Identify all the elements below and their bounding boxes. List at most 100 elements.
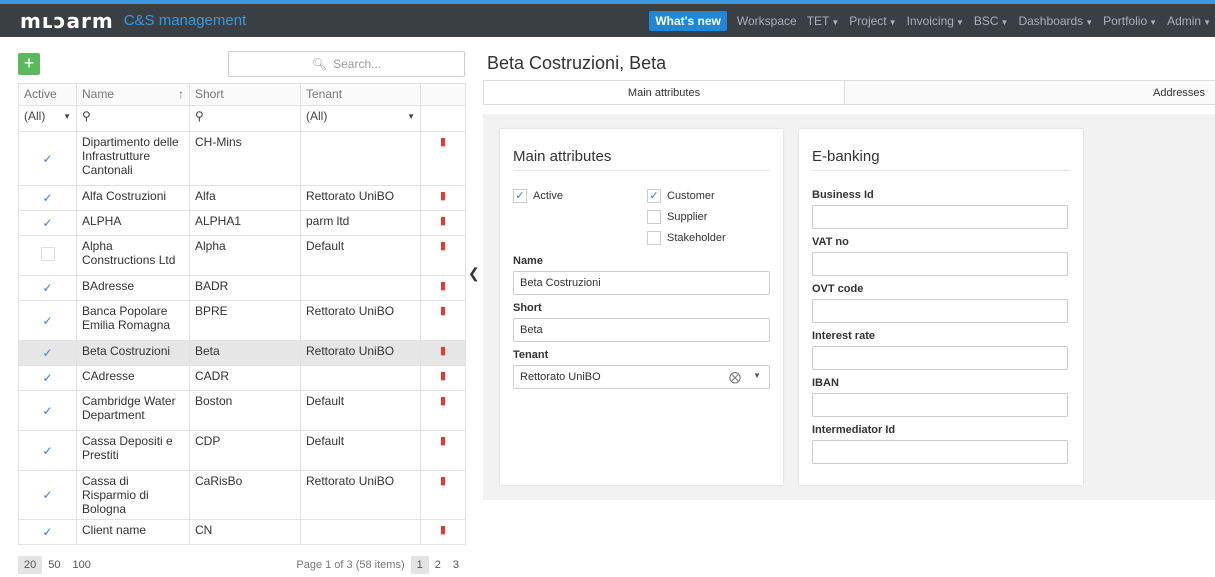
page-3-button[interactable]: 3 — [447, 556, 465, 574]
cell-active[interactable]: ✓ — [18, 519, 77, 545]
active-checkbox[interactable]: ✓ — [41, 488, 55, 502]
column-header-name[interactable]: Name ↑ — [76, 83, 190, 106]
table-row[interactable]: ✓ Cassa Depositi e Prestiti CDP Default ▮ — [18, 430, 466, 471]
active-checkbox[interactable]: ✓ Active — [513, 189, 563, 203]
delete-icon[interactable]: ▮ — [420, 235, 466, 276]
table-row[interactable]: ✓ Dipartimento delle Infrastrutture Canto… — [18, 131, 466, 186]
page-1-button[interactable]: 1 — [410, 556, 429, 574]
table-row[interactable]: ✓ ALPHA ALPHA1 parm ltd ▮ — [18, 210, 466, 236]
cell-active[interactable]: ✓ — [18, 340, 77, 366]
active-checkbox[interactable]: ✓ — [41, 404, 55, 418]
page-size-20[interactable]: 20 — [18, 556, 43, 574]
ebanking-field[interactable] — [812, 299, 1068, 323]
nav-item-bsc[interactable]: BSC ▼ — [974, 14, 1009, 28]
supplier-checkbox[interactable]: Supplier — [647, 210, 707, 224]
table-row[interactable]: ✓ Cassa di Risparmio di Bologna CaRisBo Ret… — [18, 470, 466, 520]
table-row[interactable]: ✓ Banca Popolare Emilia Romagna BPRE Rettor… — [18, 300, 466, 341]
add-button[interactable]: + — [18, 53, 40, 75]
name-field[interactable]: Beta Costruzioni — [513, 271, 770, 295]
collapse-panel-icon[interactable]: ❮ — [468, 265, 480, 282]
delete-icon[interactable]: ▮ — [420, 519, 466, 545]
active-checkbox[interactable]: ✓ — [41, 314, 55, 328]
filter-name[interactable]: ⚲ — [76, 105, 190, 132]
filter-tenant-value: (All) — [306, 109, 328, 123]
cell-active[interactable]: ✓ — [18, 185, 77, 211]
cell-tenant — [300, 275, 421, 301]
ebanking-field[interactable] — [812, 440, 1068, 464]
nav-item-admin[interactable]: Admin ▼ — [1167, 14, 1211, 28]
active-checkbox[interactable]: ✓ — [41, 346, 55, 360]
active-checkbox[interactable]: ✓ — [41, 152, 55, 166]
active-checkbox[interactable] — [40, 247, 55, 261]
active-checkbox[interactable]: ✓ — [41, 444, 55, 458]
column-header-active[interactable]: Active — [18, 83, 77, 106]
stakeholder-checkbox[interactable]: Stakeholder — [647, 231, 726, 245]
ebanking-field[interactable] — [812, 205, 1068, 229]
page-size-100[interactable]: 100 — [67, 556, 97, 574]
page-size-50[interactable]: 50 — [42, 556, 66, 574]
table-row[interactable]: Alpha Constructions Ltd Alpha Default ▮ — [18, 235, 466, 276]
cell-active[interactable]: ✓ — [18, 275, 77, 301]
table-row[interactable]: ✓ Client name CN ▮ — [18, 519, 466, 545]
filter-short[interactable]: ⚲ — [189, 105, 301, 132]
cell-active[interactable]: ✓ — [18, 470, 77, 520]
nav-item-project[interactable]: Project ▼ — [849, 14, 896, 28]
active-checkbox[interactable]: ✓ — [41, 191, 55, 205]
caret-down-icon: ▼ — [1085, 17, 1094, 27]
delete-icon[interactable]: ▮ — [420, 390, 466, 431]
cell-active[interactable]: ✓ — [18, 390, 77, 431]
tab-main-attributes[interactable]: Main attributes — [484, 81, 844, 104]
delete-icon[interactable]: ▮ — [420, 210, 466, 236]
filter-active[interactable]: (All) ▼ — [18, 105, 77, 132]
cell-active[interactable]: ✓ — [18, 430, 77, 471]
nav-item-invoicing[interactable]: Invoicing ▼ — [907, 14, 964, 28]
cell-active[interactable]: ✓ — [18, 210, 77, 236]
delete-icon[interactable]: ▮ — [420, 185, 466, 211]
app-logo[interactable]: mʟɔarm — [20, 9, 114, 33]
ebanking-field[interactable] — [812, 393, 1068, 417]
nav-item-portfolio[interactable]: Portfolio ▼ — [1103, 14, 1157, 28]
sort-asc-icon: ↑ — [178, 87, 184, 101]
filter-tenant[interactable]: (All) ▼ — [300, 105, 421, 132]
delete-icon[interactable]: ▮ — [420, 275, 466, 301]
active-checkbox[interactable]: ✓ — [41, 281, 55, 295]
cell-active[interactable]: ✓ — [18, 131, 77, 186]
cell-tenant — [300, 365, 421, 391]
column-header-short[interactable]: Short — [189, 83, 301, 106]
active-checkbox[interactable]: ✓ — [41, 371, 55, 385]
clear-icon[interactable]: ⨂ — [729, 370, 741, 384]
page-2-button[interactable]: 2 — [429, 556, 447, 574]
whats-new-button[interactable]: What's new — [649, 10, 727, 31]
cell-active[interactable]: ✓ — [18, 365, 77, 391]
chevron-down-icon[interactable]: ▼ — [753, 371, 761, 380]
delete-icon[interactable]: ▮ — [420, 340, 466, 366]
customer-checkbox[interactable]: ✓ Customer — [647, 189, 715, 203]
delete-icon[interactable]: ▮ — [420, 430, 466, 471]
table-row[interactable]: ✓ Beta Costruzioni Beta Rettorato UniBO ▮ — [18, 340, 466, 366]
tenant-select[interactable]: Rettorato UniBO ⨂ ▼ — [513, 365, 770, 389]
nav-item-tet[interactable]: TET ▼ — [807, 14, 840, 28]
tab-addresses[interactable]: Addresses — [844, 81, 1215, 104]
cell-tenant: Default — [300, 430, 421, 471]
delete-icon[interactable]: ▮ — [420, 131, 466, 186]
cell-active[interactable]: ✓ — [18, 300, 77, 341]
table-row[interactable]: ✓ Alfa Costruzioni Alfa Rettorato UniBO ▮ — [18, 185, 466, 211]
search-input[interactable]: 🔍︎ Search... — [228, 51, 465, 77]
table-row[interactable]: ✓ CAdresse CADR ▮ — [18, 365, 466, 391]
cell-active[interactable] — [18, 235, 77, 276]
chevron-down-icon: ▼ — [407, 112, 415, 121]
nav-item-dashboards[interactable]: Dashboards ▼ — [1018, 14, 1093, 28]
active-checkbox[interactable]: ✓ — [41, 525, 55, 539]
short-field[interactable]: Beta — [513, 318, 770, 342]
table-row[interactable]: ✓ Cambridge Water Department Boston Default… — [18, 390, 466, 431]
cell-tenant — [300, 131, 421, 186]
delete-icon[interactable]: ▮ — [420, 365, 466, 391]
column-header-tenant[interactable]: Tenant — [300, 83, 421, 106]
ebanking-field[interactable] — [812, 346, 1068, 370]
delete-icon[interactable]: ▮ — [420, 470, 466, 520]
ebanking-field[interactable] — [812, 252, 1068, 276]
nav-item-workspace[interactable]: Workspace — [737, 14, 797, 28]
active-checkbox[interactable]: ✓ — [41, 216, 55, 230]
table-row[interactable]: ✓ BAdresse BADR ▮ — [18, 275, 466, 301]
delete-icon[interactable]: ▮ — [420, 300, 466, 341]
